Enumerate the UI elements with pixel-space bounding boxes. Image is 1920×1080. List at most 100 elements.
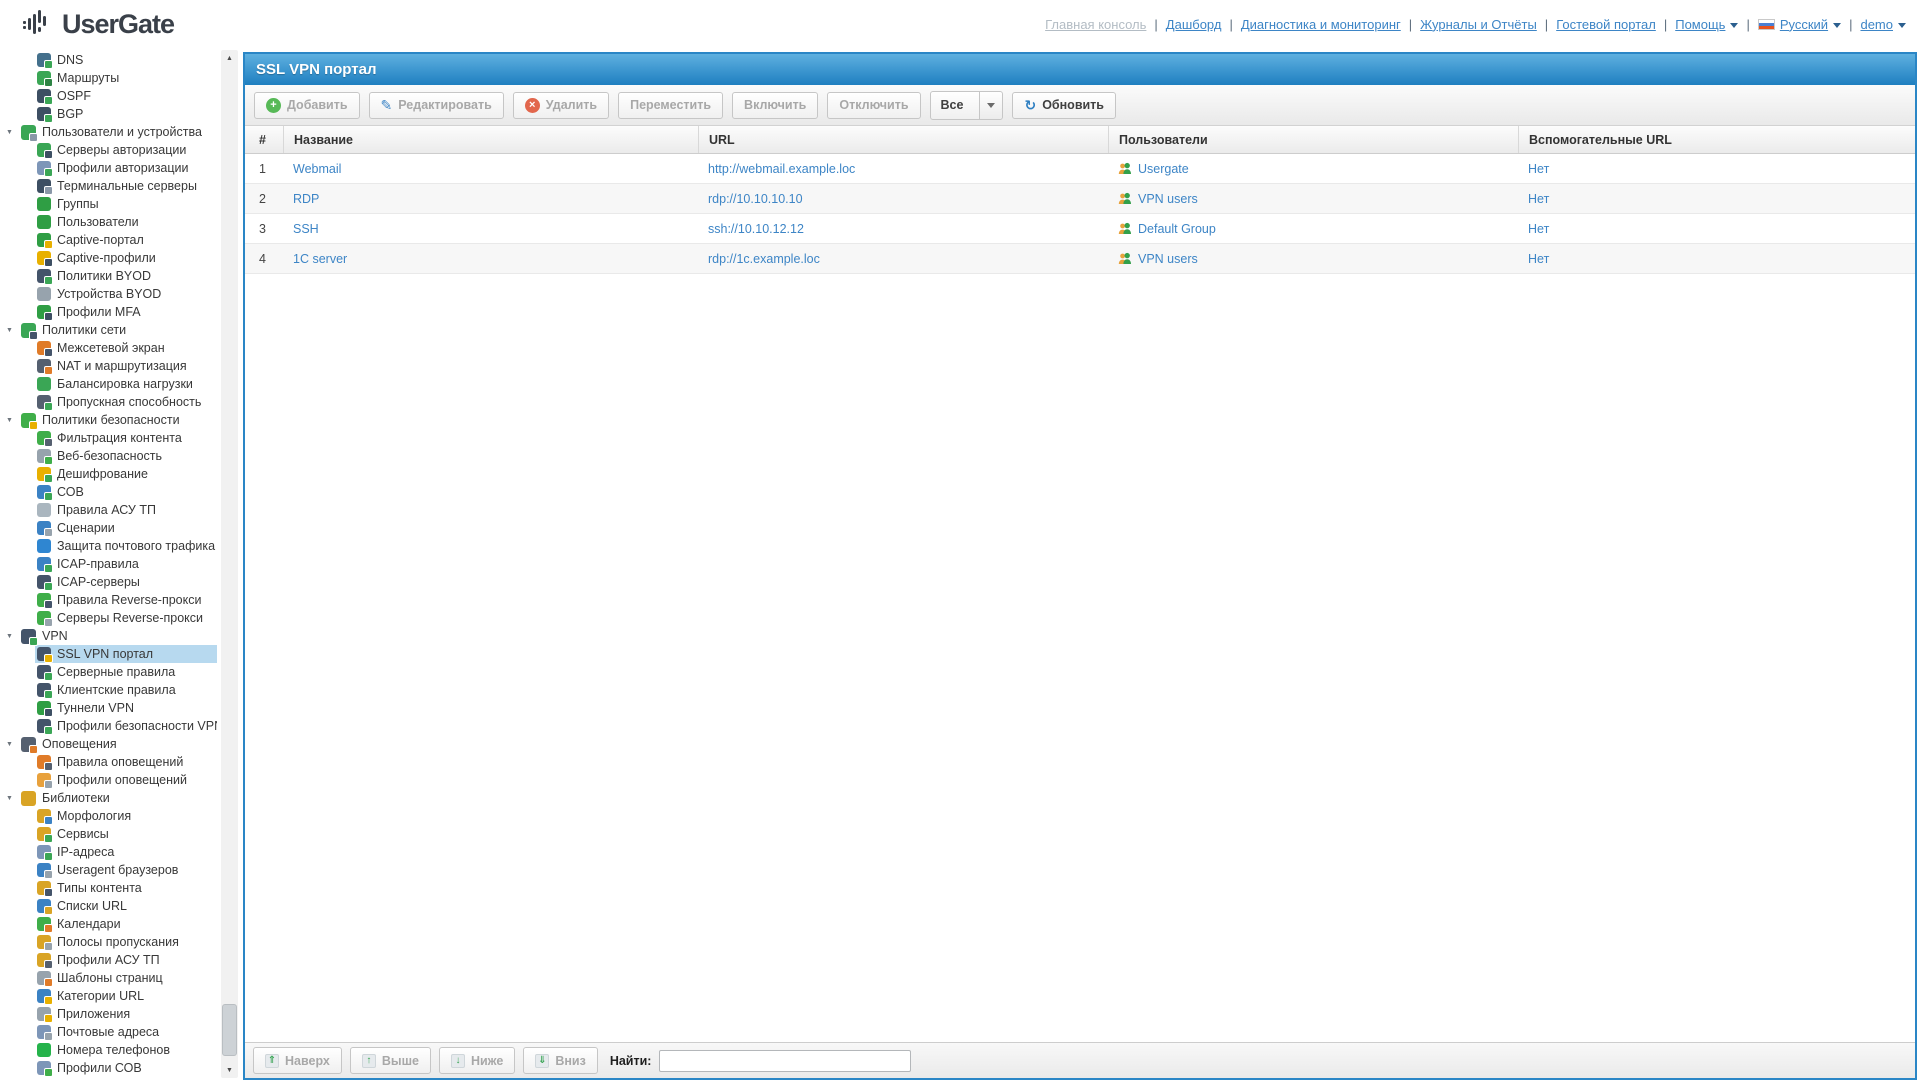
nav-link-dashboard[interactable]: Дашборд	[1166, 17, 1222, 32]
sidebar-item-vpn-tunnels[interactable]: Туннели VPN	[0, 699, 217, 717]
sidebar-item-phone-numbers[interactable]: Номера телефонов	[0, 1041, 217, 1059]
sidebar-item-dns[interactable]: DNS	[0, 51, 217, 69]
sidebar-item-captive-portal[interactable]: Captive-портал	[0, 231, 217, 249]
sidebar-item-scenarios[interactable]: Сценарии	[0, 519, 217, 537]
sidebar-item-captive-profiles[interactable]: Captive-профили	[0, 249, 217, 267]
delete-button[interactable]: × Удалить	[512, 91, 610, 119]
move-button[interactable]: Переместить	[618, 91, 724, 119]
sidebar-item-useragents[interactable]: Useragent браузеров	[0, 861, 217, 879]
move-up-button[interactable]: ↑ Выше	[349, 1047, 431, 1074]
column-header-users[interactable]: Пользователи	[1108, 126, 1518, 153]
sidebar-item-byod-policies[interactable]: Политики BYOD	[0, 267, 217, 285]
sidebar-item-groups[interactable]: Группы	[0, 195, 217, 213]
sidebar-item-byod-devices[interactable]: Устройства BYOD	[0, 285, 217, 303]
enable-button[interactable]: Включить	[732, 91, 819, 119]
tree-expand-icon[interactable]: ▼	[6, 417, 21, 424]
sidebar-item-notification-rules[interactable]: Правила оповещений	[0, 753, 217, 771]
move-down-button[interactable]: ↓ Ниже	[438, 1047, 516, 1074]
sidebar-item-vpn-security-profiles[interactable]: Профили безопасности VPN	[0, 717, 217, 735]
nav-link-user-menu[interactable]: demo	[1860, 17, 1906, 32]
sidebar-item-morphology[interactable]: Морфология	[0, 807, 217, 825]
sidebar-item-bgp[interactable]: BGP	[0, 105, 217, 123]
column-header-url[interactable]: URL	[698, 126, 1108, 153]
nav-link-guest-portal[interactable]: Гостевой портал	[1556, 17, 1656, 32]
scroll-up-icon[interactable]: ▲	[221, 50, 238, 66]
sidebar-item-page-templates[interactable]: Шаблоны страниц	[0, 969, 217, 987]
column-header-auxiliary-urls[interactable]: Вспомогательные URL	[1518, 126, 1915, 153]
sidebar-item-client-rules[interactable]: Клиентские правила	[0, 681, 217, 699]
sidebar-item-reverse-proxy-rules[interactable]: Правила Reverse-прокси	[0, 591, 217, 609]
column-header-name[interactable]: Название	[283, 126, 698, 153]
sidebar-item-auth-servers[interactable]: Серверы авторизации	[0, 141, 217, 159]
nav-link-diagnostics-monitoring[interactable]: Диагностика и мониторинг	[1241, 17, 1401, 32]
sidebar-item-icap-rules[interactable]: ICAP-правила	[0, 555, 217, 573]
chevron-down-icon[interactable]	[979, 91, 1003, 119]
tree-expand-icon[interactable]: ▼	[6, 633, 21, 640]
sidebar-item-auth-profiles[interactable]: Профили авторизации	[0, 159, 217, 177]
add-button[interactable]: + Добавить	[254, 91, 360, 119]
refresh-button[interactable]: ↻ Обновить	[1012, 91, 1116, 119]
sidebar-item-nat-routing[interactable]: NAT и маршрутизация	[0, 357, 217, 375]
scrollbar-track[interactable]	[221, 50, 238, 1078]
table-row[interactable]: 2 RDP rdp://10.10.10.10 VPN users Нет	[245, 184, 1915, 214]
sidebar-item-applications[interactable]: Приложения	[0, 1005, 217, 1023]
sidebar-item-ips-profiles[interactable]: Профили СОВ	[0, 1059, 217, 1077]
tree-expand-icon[interactable]: ▼	[6, 129, 21, 136]
sidebar-item-icap-servers[interactable]: ICAP-серверы	[0, 573, 217, 591]
sidebar-item-web-security[interactable]: Веб-безопасность	[0, 447, 217, 465]
sidebar-item-network-policies[interactable]: ▼ Политики сети	[0, 321, 217, 340]
sidebar-item-label: Captive-портал	[57, 233, 144, 247]
tree-expand-icon[interactable]: ▼	[6, 327, 21, 334]
sidebar-item-users[interactable]: Пользователи	[0, 213, 217, 231]
sidebar-item-firewall[interactable]: Межсетевой экран	[0, 339, 217, 357]
sidebar-item-scada-rules[interactable]: Правила АСУ ТП	[0, 501, 217, 519]
sidebar-item-security-policies[interactable]: ▼ Политики безопасности	[0, 411, 217, 430]
find-input[interactable]	[659, 1049, 912, 1072]
sidebar-item-content-types[interactable]: Типы контента	[0, 879, 217, 897]
sidebar-item-content-filtering[interactable]: Фильтрация контента	[0, 429, 217, 447]
sidebar-item-ips[interactable]: СОВ	[0, 483, 217, 501]
sidebar-item-decryption[interactable]: Дешифрование	[0, 465, 217, 483]
sidebar-scrollbar[interactable]: ▲ ▼	[217, 48, 243, 1080]
sidebar-item-url-categories[interactable]: Категории URL	[0, 987, 217, 1005]
sidebar-item-server-rules[interactable]: Серверные правила	[0, 663, 217, 681]
scroll-down-icon[interactable]: ▼	[221, 1062, 238, 1078]
sidebar-item-ssl-vpn-portal[interactable]: SSL VPN портал	[0, 645, 217, 663]
sidebar-item-reverse-proxy-servers[interactable]: Серверы Reverse-прокси	[0, 609, 217, 627]
sidebar-item-mfa-profiles[interactable]: Профили MFA	[0, 303, 217, 321]
nav-link-logs-reports[interactable]: Журналы и Отчёты	[1420, 17, 1537, 32]
sidebar-item-vpn[interactable]: ▼ VPN	[0, 627, 217, 646]
sidebar-item-bandwidth[interactable]: Пропускная способность	[0, 393, 217, 411]
edit-button[interactable]: ✎ Редактировать	[368, 91, 504, 119]
sidebar-item-load-balancing[interactable]: Балансировка нагрузки	[0, 375, 217, 393]
sidebar-item-terminal-servers[interactable]: Терминальные серверы	[0, 177, 217, 195]
sidebar-item-mail-security[interactable]: Защита почтового трафика	[0, 537, 217, 555]
tree-expand-icon[interactable]: ▼	[6, 741, 21, 748]
sidebar-item-bandwidth-pools[interactable]: Полосы пропускания	[0, 933, 217, 951]
table-row[interactable]: 4 1C server rdp://1c.example.loc VPN users Н…	[245, 244, 1915, 274]
sidebar-item-routes[interactable]: Маршруты	[0, 69, 217, 87]
column-header-number[interactable]: #	[245, 126, 283, 153]
nav-link-help[interactable]: Помощь	[1675, 17, 1739, 32]
sidebar-item-users-and-devices[interactable]: ▼ Пользователи и устройства	[0, 123, 217, 142]
sidebar-item-calendars[interactable]: Календари	[0, 915, 217, 933]
scrollbar-thumb[interactable]	[222, 1004, 237, 1056]
table-row[interactable]: 3 SSH ssh://10.10.12.12 Default Group Нет	[245, 214, 1915, 244]
disable-button[interactable]: Отключить	[827, 91, 921, 119]
sidebar-item-ip-addresses[interactable]: IP-адреса	[0, 843, 217, 861]
sidebar-item-email-addresses[interactable]: Почтовые адреса	[0, 1023, 217, 1041]
move-bottom-button[interactable]: ⇓ Вниз	[523, 1047, 598, 1074]
move-top-button[interactable]: ⇑ Наверх	[253, 1047, 342, 1074]
nav-link-language[interactable]: Русский	[1757, 17, 1842, 32]
sidebar-item-scada-profiles[interactable]: Профили АСУ ТП	[0, 951, 217, 969]
filter-all-button[interactable]: Все	[929, 90, 1004, 120]
sidebar-item-url-lists[interactable]: Списки URL	[0, 897, 217, 915]
nav-link-main-console[interactable]: Главная консоль	[1045, 17, 1146, 32]
sidebar-item-libraries[interactable]: ▼ Библиотеки	[0, 789, 217, 807]
table-row[interactable]: 1 Webmail http://webmail.example.loc Userga…	[245, 154, 1915, 184]
sidebar-item-notification-profiles[interactable]: Профили оповещений	[0, 771, 217, 789]
sidebar-item-ospf[interactable]: OSPF	[0, 87, 217, 105]
sidebar-item-services[interactable]: Сервисы	[0, 825, 217, 843]
tree-expand-icon[interactable]: ▼	[6, 795, 21, 802]
sidebar-item-notifications[interactable]: ▼ Оповещения	[0, 735, 217, 754]
